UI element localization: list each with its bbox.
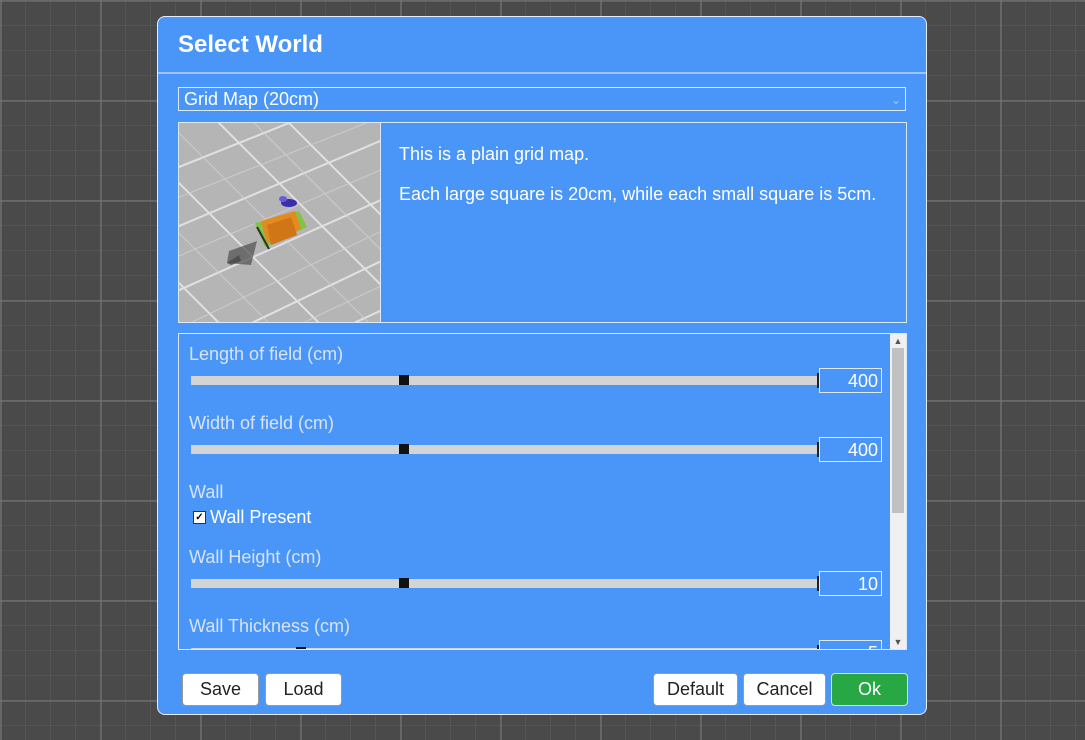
world-preview-image — [179, 123, 381, 322]
width-slider[interactable] — [191, 442, 819, 457]
wall-thickness-input[interactable]: 5 — [819, 640, 882, 649]
wall-height-slider[interactable] — [191, 576, 819, 591]
dialog-title: Select World — [178, 31, 323, 58]
world-select[interactable]: Grid Map (20cm) ⌄ — [178, 87, 906, 111]
wall-thickness-slider-thumb[interactable] — [296, 647, 306, 649]
wall-present-row[interactable]: ✓ Wall Present — [193, 507, 311, 528]
description-line: Each large square is 20cm, while each sm… — [399, 184, 877, 204]
world-settings-panel: Length of field (cm) 400 Width of field … — [178, 333, 907, 650]
description-line: This is a plain grid map. — [399, 144, 590, 164]
ok-button[interactable]: Ok — [831, 673, 908, 706]
width-label: Width of field (cm) — [189, 413, 335, 433]
wall-height-label: Wall Height (cm) — [189, 547, 322, 567]
wall-thickness-slider[interactable] — [191, 645, 819, 649]
length-input[interactable]: 400 — [819, 368, 882, 393]
scroll-thumb[interactable] — [892, 348, 904, 513]
scroll-down-icon[interactable]: ▼ — [890, 635, 906, 649]
world-preview: This is a plain grid map. Each large squ… — [178, 122, 907, 323]
scroll-up-icon[interactable]: ▲ — [890, 334, 906, 348]
length-slider-thumb[interactable] — [399, 375, 409, 385]
settings-scrollbar[interactable]: ▲ ▼ — [890, 334, 906, 649]
wall-thickness-label: Wall Thickness (cm) — [189, 616, 351, 636]
save-button[interactable]: Save — [182, 673, 259, 706]
wall-height-slider-thumb[interactable] — [399, 578, 409, 588]
length-label: Length of field (cm) — [189, 344, 344, 364]
load-button[interactable]: Load — [265, 673, 342, 706]
select-world-dialog: Select World Grid Map (20cm) ⌄ This is a… — [157, 16, 927, 715]
wall-present-label[interactable]: Wall Present — [210, 507, 311, 528]
length-slider[interactable] — [191, 373, 819, 388]
width-slider-thumb[interactable] — [399, 444, 409, 454]
wall-present-checkbox[interactable]: ✓ — [193, 511, 206, 524]
wall-label: Wall — [189, 482, 224, 502]
default-button[interactable]: Default — [653, 673, 738, 706]
cancel-button[interactable]: Cancel — [743, 673, 826, 706]
title-divider — [158, 72, 926, 74]
width-input[interactable]: 400 — [819, 437, 882, 462]
chevron-down-icon: ⌄ — [890, 93, 901, 107]
wall-height-input[interactable]: 10 — [819, 571, 882, 596]
world-select-value: Grid Map (20cm) — [184, 89, 320, 109]
world-description: This is a plain grid map. Each large squ… — [399, 143, 889, 223]
